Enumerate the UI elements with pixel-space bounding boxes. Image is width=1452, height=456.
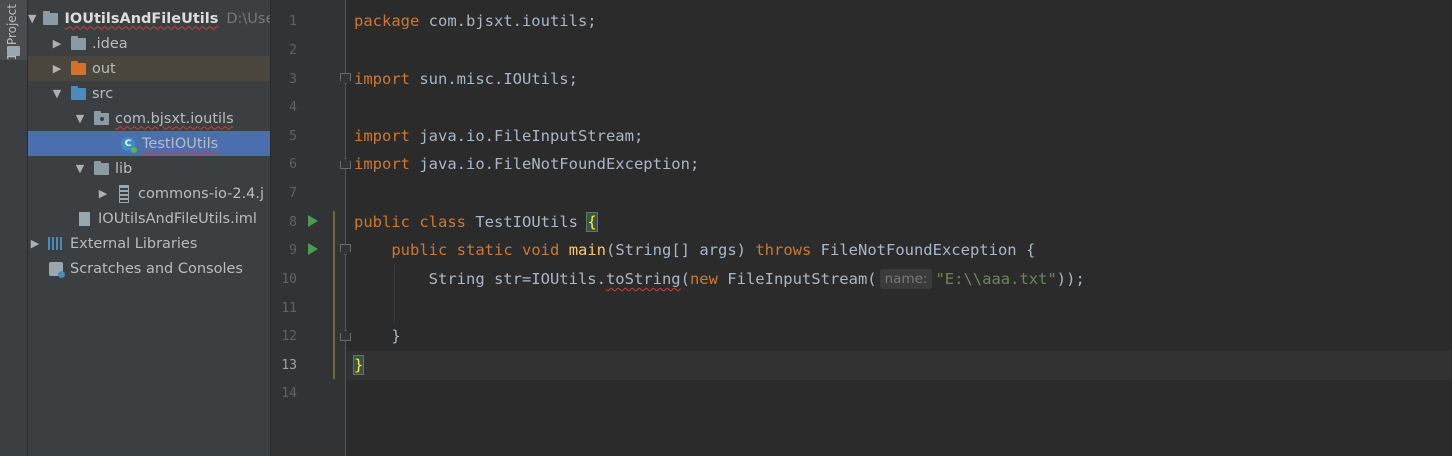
tree-item-label: commons-io-2.4.j [138, 185, 265, 202]
folder-icon [7, 46, 20, 56]
code-line-1: package com.bjsxt.ioutils; [354, 12, 597, 30]
tool-window-strip: 1: Project [0, 0, 28, 456]
matched-brace: } [352, 355, 365, 375]
tree-item-label: src [92, 85, 114, 102]
error-highlight: toString [605, 270, 681, 288]
code-line-3: import sun.misc.IOUtils; [354, 70, 578, 88]
line-number: 12 [281, 329, 297, 344]
matched-brace: { [586, 212, 598, 232]
jar-icon [116, 184, 132, 203]
line-number: 9 [289, 243, 297, 258]
tree-item-label: External Libraries [70, 235, 198, 252]
tree-item-iml[interactable]: IOUtilsAndFileUtils.iml [28, 206, 270, 231]
code-line-9: public static void main(String[] args) t… [391, 241, 1036, 259]
line-number-current: 13 [281, 358, 297, 373]
tree-item-label: Scratches and Consoles [70, 260, 243, 277]
chevron-down-icon[interactable]: ▼ [73, 112, 87, 125]
tree-item-label: TestIOUtils [142, 135, 219, 152]
code-line-8: public class TestIOUtils { [354, 212, 598, 232]
chevron-right-icon[interactable]: ▶ [96, 187, 110, 200]
tree-item-label: com.bjsxt.ioutils [115, 110, 234, 127]
chevron-down-icon[interactable]: ▼ [73, 162, 87, 175]
tree-item-external-libraries[interactable]: ▶ External Libraries [28, 231, 270, 256]
run-main-icon[interactable] [308, 243, 318, 255]
code-line-5: import java.io.FileInputStream; [354, 127, 644, 145]
code-line-13: } [352, 351, 365, 380]
code-line-10: String str=IOUtils.toString(new FileInpu… [428, 269, 1085, 289]
line-number: 14 [281, 386, 297, 401]
chevron-down-icon[interactable]: ▼ [50, 87, 64, 100]
scratches-icon [48, 261, 65, 278]
tree-item-out[interactable]: ▶ out [28, 56, 270, 81]
project-tree: ▼ IOUtilsAndFileUtils D:\Use ▶ .idea ▶ o… [28, 0, 270, 456]
tree-item-lib[interactable]: ▼ lib [28, 156, 270, 181]
line-number: 3 [289, 72, 297, 87]
java-class-icon: C [120, 136, 137, 153]
tree-item-root[interactable]: ▼ IOUtilsAndFileUtils D:\Use [28, 6, 270, 31]
module-file-icon [76, 211, 92, 227]
folder-icon [70, 35, 86, 52]
tree-item-path: D:\Use [226, 10, 270, 27]
tree-item-idea[interactable]: ▶ .idea [28, 31, 270, 56]
chevron-right-icon[interactable]: ▶ [50, 37, 64, 50]
line-number: 8 [289, 215, 297, 230]
excluded-folder-icon [70, 60, 86, 77]
tree-item-package[interactable]: ▼ com.bjsxt.ioutils [28, 106, 270, 131]
project-tool-window-button[interactable]: 1: Project [0, 0, 27, 61]
folder-icon [93, 160, 109, 177]
line-number: 1 [289, 14, 297, 29]
package-icon [93, 110, 109, 127]
tree-item-label: IOUtilsAndFileUtils.iml [98, 210, 257, 227]
module-folder-icon [42, 10, 58, 27]
code-line-12: } [354, 327, 401, 345]
tree-item-label: .idea [92, 35, 128, 52]
run-class-icon[interactable] [308, 215, 318, 227]
brace-match-guide [333, 211, 335, 379]
line-number: 2 [289, 43, 297, 58]
parameter-hint: name: [879, 269, 933, 289]
line-number: 11 [281, 301, 297, 316]
line-number: 4 [289, 100, 297, 115]
tree-item-testioutils[interactable]: C TestIOUtils [28, 131, 270, 156]
library-icon [48, 236, 64, 252]
tree-item-src[interactable]: ▼ src [28, 81, 270, 106]
line-number: 7 [289, 186, 297, 201]
code-line-6: import java.io.FileNotFoundException; [354, 155, 700, 173]
tree-item-commons-io[interactable]: ▶ commons-io-2.4.j [28, 181, 270, 206]
line-number: 6 [289, 157, 297, 172]
chevron-down-icon[interactable]: ▼ [28, 12, 36, 25]
line-number: 10 [281, 272, 297, 287]
tree-item-label: out [92, 60, 116, 77]
source-folder-icon [70, 85, 86, 102]
chevron-right-icon[interactable]: ▶ [28, 237, 42, 250]
line-number: 5 [289, 129, 297, 144]
tree-item-scratches[interactable]: Scratches and Consoles [28, 256, 270, 281]
chevron-right-icon[interactable]: ▶ [50, 62, 64, 75]
tree-item-label: IOUtilsAndFileUtils [64, 10, 219, 27]
tree-item-label: lib [115, 160, 133, 177]
